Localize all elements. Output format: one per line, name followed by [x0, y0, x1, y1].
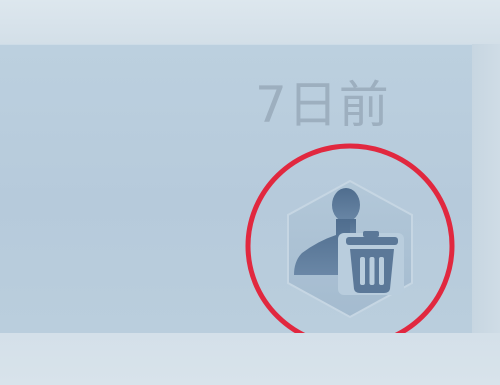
- timestamp-label: 7日前: [255, 76, 390, 134]
- right-margin: [472, 44, 500, 333]
- delete-user-icon: [287, 179, 413, 319]
- top-divider: [0, 0, 500, 44]
- delete-user-button[interactable]: [280, 175, 420, 323]
- bottom-divider: [0, 333, 500, 385]
